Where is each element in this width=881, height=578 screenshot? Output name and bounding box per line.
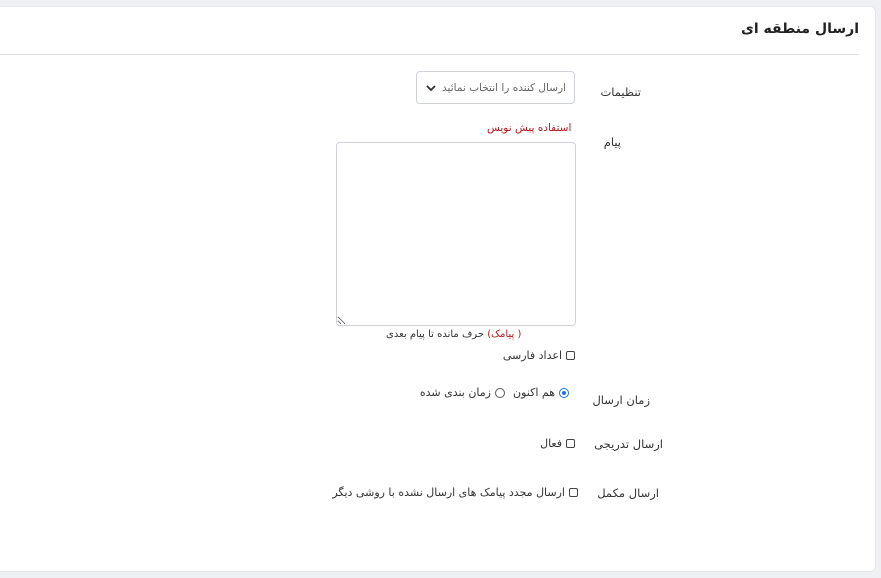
use-draft-link[interactable]: استفاده پیش نویس xyxy=(487,122,571,134)
title-divider xyxy=(0,54,859,55)
complementary-send-option-label: ارسال مجدد پیامک های ارسال نشده با روشی … xyxy=(332,486,565,499)
gradual-send-label: ارسال تدریجی xyxy=(594,437,663,451)
send-now-radio[interactable] xyxy=(559,387,569,398)
persian-numbers-label: اعداد فارسی xyxy=(502,349,562,362)
message-label: پیام xyxy=(603,135,621,149)
scheduled-radio[interactable] xyxy=(495,387,505,398)
send-time-label: زمان ارسال xyxy=(592,393,650,407)
message-textarea[interactable] xyxy=(336,142,576,326)
gradual-send-option-label: فعال xyxy=(540,437,562,450)
sender-select[interactable]: ارسال کننده را انتخاب نمائید xyxy=(416,71,575,104)
gradual-send-checkbox[interactable] xyxy=(566,439,575,448)
persian-numbers-option[interactable]: اعداد فارسی xyxy=(503,349,575,362)
scheduled-option[interactable]: زمان بندی شده xyxy=(420,386,505,399)
gradual-send-option[interactable]: فعال xyxy=(540,437,575,450)
scheduled-label: زمان بندی شده xyxy=(419,386,491,399)
sender-select-value: ارسال کننده را انتخاب نمائید xyxy=(442,81,566,94)
complementary-send-checkbox[interactable] xyxy=(569,488,578,497)
sms-count: ( پیامک) xyxy=(487,329,522,340)
send-now-label: هم اکنون xyxy=(513,386,555,399)
persian-numbers-checkbox[interactable] xyxy=(566,351,575,360)
char-counter: ( پیامک) حرف مانده تا پیام بعدی xyxy=(386,329,521,340)
chevron-down-icon xyxy=(426,84,436,91)
settings-label: تنظیمات xyxy=(600,85,641,99)
page-title: ارسال منطقه ای xyxy=(741,21,859,37)
counter-text: حرف مانده تا پیام بعدی xyxy=(386,329,485,340)
complementary-send-label: ارسال مکمل xyxy=(597,486,659,500)
send-now-option[interactable]: هم اکنون xyxy=(513,386,569,399)
complementary-send-option[interactable]: ارسال مجدد پیامک های ارسال نشده با روشی … xyxy=(332,486,578,499)
